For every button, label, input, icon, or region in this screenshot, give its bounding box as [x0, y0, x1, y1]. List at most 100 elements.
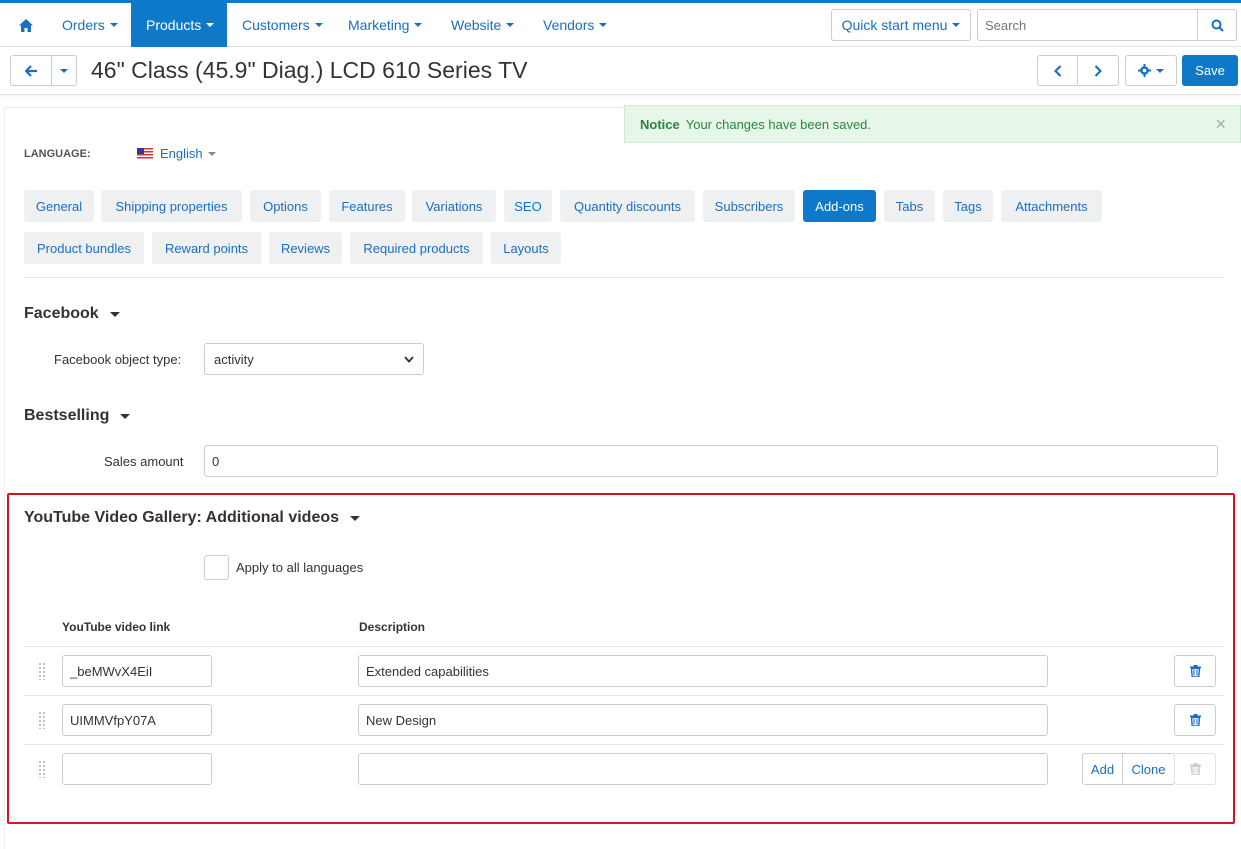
tab-options[interactable]: Options	[250, 190, 321, 222]
chevron-down-icon	[506, 23, 515, 27]
tab-variations[interactable]: Variations	[412, 190, 496, 222]
facebook-object-type-label: Facebook object type:	[54, 352, 182, 367]
chevron-down-icon	[206, 23, 215, 27]
notice-title: Notice	[640, 116, 680, 132]
next-product-button[interactable]	[1077, 55, 1119, 86]
tab-tabs[interactable]: Tabs	[884, 190, 935, 222]
drag-handle-icon[interactable]	[38, 662, 46, 680]
facebook-object-type-select[interactable]: activity	[204, 343, 424, 375]
tab-features[interactable]: Features	[329, 190, 405, 222]
close-icon[interactable]: ×	[1215, 114, 1226, 135]
tab-reward-points[interactable]: Reward points	[152, 232, 261, 264]
quick-start-label: Quick start menu	[841, 17, 948, 33]
chevron-down-icon	[599, 23, 608, 27]
chevron-down-icon	[120, 413, 131, 419]
tab-quantity-discounts[interactable]: Quantity discounts	[560, 190, 695, 222]
top-navigation: Orders Products Customers Marketing Webs…	[0, 0, 1241, 47]
column-header-video-link: YouTube video link	[62, 620, 171, 634]
notice-banner: Notice Your changes have been saved. ×	[624, 105, 1241, 143]
delete-row-button[interactable]	[1174, 704, 1216, 736]
bestselling-section-toggle[interactable]: Bestselling	[24, 407, 131, 425]
add-row-button[interactable]: Add	[1082, 753, 1123, 785]
chevron-right-icon	[1094, 64, 1102, 77]
previous-product-button[interactable]	[1037, 55, 1078, 86]
language-selector[interactable]: English	[137, 146, 216, 161]
gear-icon	[1138, 64, 1151, 77]
chevron-down-icon	[350, 515, 361, 521]
tab-general[interactable]: General	[24, 190, 94, 222]
search-button[interactable]	[1197, 9, 1237, 41]
tab-seo[interactable]: SEO	[504, 190, 552, 222]
video-link-input[interactable]	[62, 655, 212, 687]
save-button[interactable]: Save	[1182, 55, 1238, 86]
apply-all-languages-checkbox[interactable]	[204, 555, 229, 580]
video-link-input[interactable]	[62, 704, 212, 736]
nav-customers-label: Customers	[242, 17, 310, 33]
chevron-down-icon	[60, 68, 68, 73]
nav-orders[interactable]: Orders	[47, 3, 133, 47]
video-description-input[interactable]	[358, 655, 1048, 687]
tab-tags[interactable]: Tags	[943, 190, 993, 222]
row-divider	[24, 744, 1224, 745]
video-description-input[interactable]	[358, 704, 1048, 736]
title-bar: 46" Class (45.9" Diag.) LCD 610 Series T…	[0, 47, 1241, 95]
arrow-left-icon	[24, 64, 37, 77]
chevron-down-icon	[952, 23, 961, 27]
tab-add-ons[interactable]: Add-ons	[803, 190, 876, 222]
quick-start-menu-button[interactable]: Quick start menu	[831, 9, 971, 41]
sales-amount-input[interactable]	[204, 445, 1218, 477]
nav-marketing[interactable]: Marketing	[333, 3, 437, 47]
video-link-input[interactable]	[62, 753, 212, 785]
tab-layouts[interactable]: Layouts	[491, 232, 561, 264]
search-input[interactable]	[977, 9, 1198, 41]
row-divider	[24, 695, 1224, 696]
bestselling-section-title: Bestselling	[24, 407, 110, 424]
youtube-section-title: YouTube Video Gallery: Additional videos	[24, 509, 340, 526]
chevron-left-icon	[1053, 64, 1061, 77]
trash-icon	[1189, 763, 1201, 775]
nav-website-label: Website	[451, 17, 502, 33]
youtube-section-toggle[interactable]: YouTube Video Gallery: Additional videos	[24, 509, 361, 527]
clone-row-button[interactable]: Clone	[1122, 753, 1175, 785]
nav-website[interactable]: Website	[436, 3, 529, 47]
delete-row-button[interactable]	[1174, 753, 1216, 785]
chevron-down-icon	[109, 311, 120, 317]
delete-row-button[interactable]	[1174, 655, 1216, 687]
home-icon[interactable]	[0, 3, 52, 47]
chevron-down-icon	[404, 355, 414, 363]
facebook-section-toggle[interactable]: Facebook	[24, 305, 120, 323]
tab-shipping-properties[interactable]: Shipping properties	[101, 190, 242, 222]
row-divider	[24, 646, 1224, 647]
settings-button[interactable]	[1125, 55, 1177, 86]
search-icon	[1211, 19, 1224, 32]
chevron-down-icon	[207, 151, 216, 156]
drag-handle-icon[interactable]	[38, 711, 46, 729]
us-flag-icon	[137, 148, 153, 159]
trash-icon	[1189, 714, 1201, 726]
back-button[interactable]	[10, 55, 52, 86]
facebook-section-title: Facebook	[24, 305, 99, 322]
language-label: LANGUAGE:	[24, 148, 91, 160]
chevron-down-icon	[314, 23, 323, 27]
back-dropdown-button[interactable]	[51, 55, 77, 86]
chevron-down-icon	[1156, 68, 1164, 73]
drag-handle-icon[interactable]	[38, 760, 46, 778]
tab-product-bundles[interactable]: Product bundles	[24, 232, 144, 264]
nav-marketing-label: Marketing	[348, 17, 410, 33]
divider	[24, 277, 1224, 278]
sales-amount-label: Sales amount	[104, 454, 184, 469]
page-title: 46" Class (45.9" Diag.) LCD 610 Series T…	[91, 57, 528, 83]
tab-required-products[interactable]: Required products	[350, 232, 483, 264]
tab-attachments[interactable]: Attachments	[1001, 190, 1102, 222]
language-value: English	[160, 146, 203, 161]
nav-vendors[interactable]: Vendors	[528, 3, 622, 47]
chevron-down-icon	[109, 23, 118, 27]
nav-products-label: Products	[146, 17, 202, 33]
tab-reviews[interactable]: Reviews	[269, 232, 342, 264]
tab-subscribers[interactable]: Subscribers	[703, 190, 795, 222]
apply-all-languages-label: Apply to all languages	[236, 560, 364, 575]
nav-products[interactable]: Products	[131, 3, 227, 47]
video-description-input[interactable]	[358, 753, 1048, 785]
nav-customers[interactable]: Customers	[227, 3, 338, 47]
trash-icon	[1189, 665, 1201, 677]
